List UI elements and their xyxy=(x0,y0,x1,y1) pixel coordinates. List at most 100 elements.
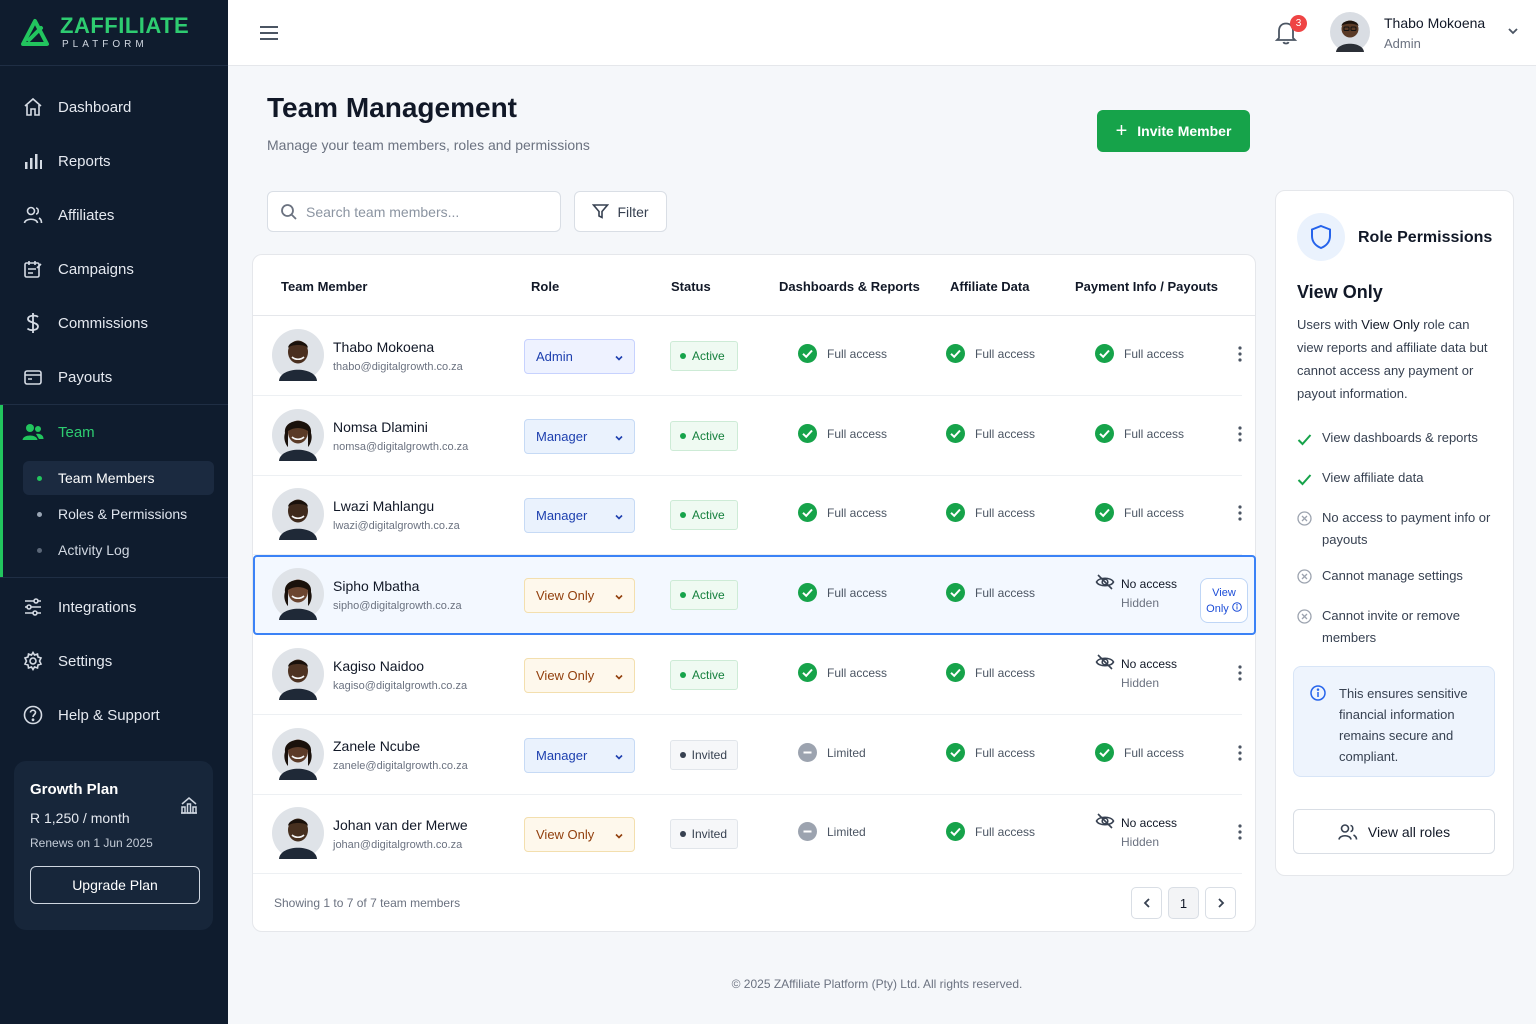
page-number-button[interactable]: 1 xyxy=(1168,887,1199,919)
x-circle-icon xyxy=(1297,565,1313,591)
minus-circle-icon xyxy=(798,743,817,762)
table-row[interactable]: Sipho Mbatha sipho@digitalgrowth.co.za Vie… xyxy=(253,555,1256,635)
role-tooltip[interactable]: View Only xyxy=(1200,578,1248,623)
invite-member-label: Invite Member xyxy=(1137,123,1232,139)
avatar xyxy=(272,329,324,381)
column-header[interactable]: Status xyxy=(671,279,711,294)
sidebar-item-settings[interactable]: Settings xyxy=(0,634,228,688)
status-label: Invited xyxy=(691,827,727,841)
check-circle-icon xyxy=(946,503,965,522)
sidebar-item-campaigns[interactable]: Campaigns xyxy=(0,242,228,296)
filter-button[interactable]: Filter xyxy=(574,191,667,232)
permission-label: No access to payment info or payouts xyxy=(1322,510,1491,547)
role-select[interactable]: View Only xyxy=(524,817,635,852)
upgrade-plan-button[interactable]: Upgrade Plan xyxy=(30,866,200,904)
column-header[interactable]: Dashboards & Reports xyxy=(779,279,920,294)
description-text: Users with xyxy=(1297,317,1362,332)
table-row[interactable]: Zanele Ncube zanele@digitalgrowth.co.za Ma… xyxy=(253,715,1242,795)
role-select[interactable]: View Only xyxy=(524,658,635,693)
status-badge: Active xyxy=(670,341,738,371)
member-email: sipho@digitalgrowth.co.za xyxy=(333,600,462,612)
tooltip-line: Only xyxy=(1201,601,1247,617)
table-row[interactable]: Lwazi Mahlangu lwazi@digitalgrowth.co.za M… xyxy=(253,475,1242,555)
member-email: nomsa@digitalgrowth.co.za xyxy=(333,441,469,453)
check-icon xyxy=(1297,467,1313,493)
wallet-icon xyxy=(22,366,44,388)
sidebar-item-help[interactable]: Help & Support xyxy=(0,688,228,742)
table-row[interactable]: Johan van der Merwe johan@digitalgrowth.c… xyxy=(253,794,1242,874)
role-select-value: View Only xyxy=(536,827,595,842)
sidebar-subitem-team-members[interactable]: Team Members xyxy=(23,461,214,495)
x-circle-icon xyxy=(1297,507,1313,533)
access-label: Full access xyxy=(975,745,1036,760)
prev-page-button[interactable] xyxy=(1131,887,1162,919)
status-label: Active xyxy=(692,429,725,443)
chevron-down-icon xyxy=(614,750,624,765)
dashboards-access: Limited xyxy=(798,743,866,762)
avatar[interactable] xyxy=(1330,12,1370,52)
more-actions-icon[interactable] xyxy=(1237,346,1243,367)
sidebar-nav: Dashboard Reports Affiliates Campaigns C… xyxy=(0,66,228,742)
table-row[interactable]: Nomsa Dlamini nomsa@digitalgrowth.co.za Ma… xyxy=(253,396,1242,476)
search-input[interactable] xyxy=(306,203,546,220)
access-label: Full access xyxy=(1124,745,1185,760)
column-header[interactable]: Affiliate Data xyxy=(950,279,1029,294)
status-label: Active xyxy=(692,588,725,602)
team-section: Team Team Members Roles & Permissions Ac… xyxy=(0,405,228,577)
chevron-down-icon[interactable] xyxy=(1506,24,1520,38)
more-actions-icon[interactable] xyxy=(1237,505,1243,526)
more-actions-icon[interactable] xyxy=(1237,665,1243,686)
table-summary: Showing 1 to 7 of 7 team members xyxy=(274,896,461,910)
role-select[interactable]: Manager xyxy=(524,498,635,533)
sidebar-item-team[interactable]: Team xyxy=(3,405,228,459)
sidebar-item-commissions[interactable]: Commissions xyxy=(0,296,228,350)
role-select[interactable]: Manager xyxy=(524,419,635,454)
sidebar-item-integrations[interactable]: Integrations xyxy=(0,580,228,634)
menu-icon[interactable] xyxy=(258,22,280,44)
role-select[interactable]: View Only xyxy=(524,578,635,613)
avatar xyxy=(272,648,324,700)
sidebar-item-affiliates[interactable]: Affiliates xyxy=(0,188,228,242)
role-select[interactable]: Admin xyxy=(524,339,635,374)
next-page-button[interactable] xyxy=(1205,887,1236,919)
panel-title: Role Permissions xyxy=(1358,229,1493,246)
column-header[interactable]: Role xyxy=(531,279,559,294)
affiliate-access: Full access xyxy=(946,743,1035,762)
role-select-value: View Only xyxy=(536,668,595,683)
sidebar-item-payouts[interactable]: Payouts xyxy=(0,350,228,404)
check-circle-icon xyxy=(798,424,817,443)
minus-circle-icon xyxy=(798,822,817,841)
brand[interactable]: ZAFFILIATE PLATFORM xyxy=(0,0,228,66)
payment-access: Full access xyxy=(1095,743,1184,762)
role-select[interactable]: Manager xyxy=(524,738,635,773)
member-email: kagiso@digitalgrowth.co.za xyxy=(333,680,468,692)
check-circle-icon xyxy=(798,663,817,682)
member-email: johan@digitalgrowth.co.za xyxy=(333,839,463,851)
more-actions-icon[interactable] xyxy=(1237,426,1243,447)
check-circle-icon xyxy=(946,344,965,363)
brand-name: ZAFFILIATE xyxy=(60,13,190,38)
sidebar-item-dashboard[interactable]: Dashboard xyxy=(0,80,228,134)
table-row[interactable]: Thabo Mokoena thabo@digitalgrowth.co.za Ad… xyxy=(253,316,1242,396)
table-row[interactable]: Kagiso Naidoo kagiso@digitalgrowth.co.za V… xyxy=(253,635,1242,715)
more-actions-icon[interactable] xyxy=(1237,824,1243,845)
eye-off-icon xyxy=(1095,813,1115,833)
eye-off-icon xyxy=(1095,654,1115,674)
view-all-roles-label: View all roles xyxy=(1367,823,1451,840)
sidebar-subitem-activity-log[interactable]: Activity Log xyxy=(23,533,214,567)
more-actions-icon[interactable] xyxy=(1237,745,1243,766)
access-sublabel: Hidden xyxy=(1121,676,1160,690)
view-all-roles-button[interactable]: View all roles xyxy=(1293,809,1495,854)
help-icon xyxy=(22,704,44,726)
column-header[interactable]: Team Member xyxy=(281,279,367,294)
column-header[interactable]: Payment Info / Payouts xyxy=(1075,279,1218,294)
role-select-value: Admin xyxy=(536,349,573,364)
status-badge: Active xyxy=(670,580,738,610)
sidebar-item-reports[interactable]: Reports xyxy=(0,134,228,188)
sidebar-item-label: Settings xyxy=(58,652,113,670)
sidebar-subitem-roles-permissions[interactable]: Roles & Permissions xyxy=(23,497,214,531)
invite-member-button[interactable]: + Invite Member xyxy=(1097,110,1250,152)
plan-renewal: Renews on 1 Jun 2025 xyxy=(30,836,153,850)
member-name: Johan van der Merwe xyxy=(333,817,468,833)
sidebar-item-label: Campaigns xyxy=(58,260,134,278)
